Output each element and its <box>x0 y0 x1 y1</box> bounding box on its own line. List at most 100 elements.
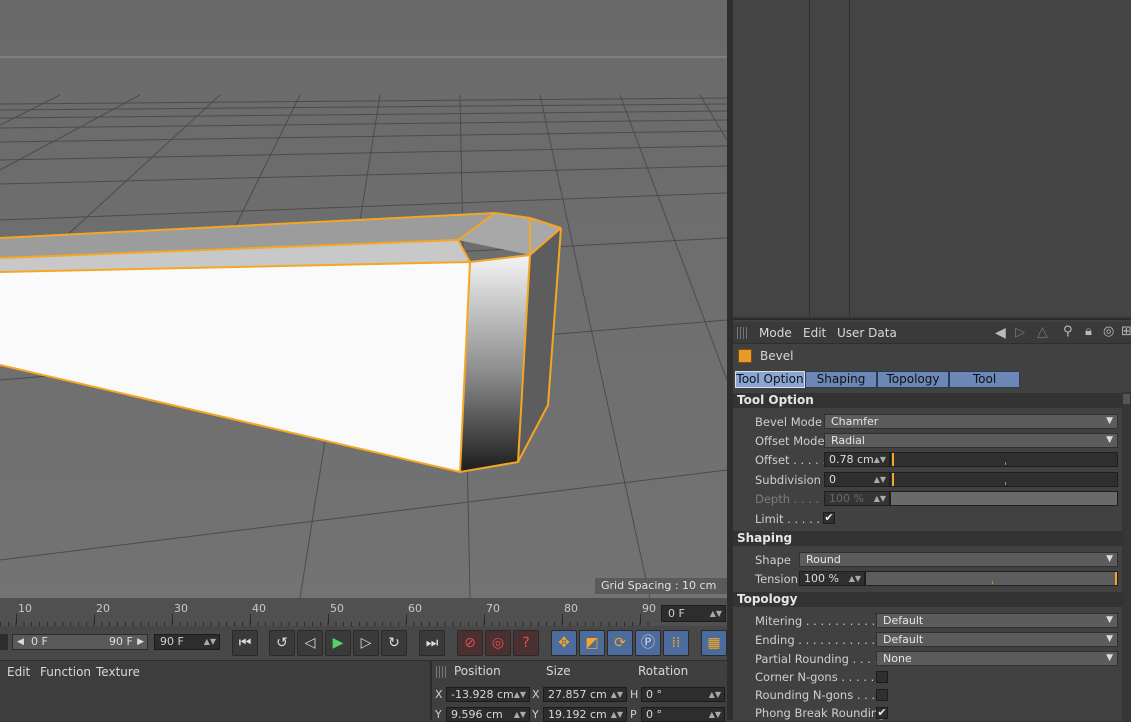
menu-user-data[interactable]: User Data <box>837 326 897 340</box>
object-manager[interactable] <box>733 0 1131 316</box>
ending-dropdown[interactable]: Default ▼ <box>876 632 1118 647</box>
question-icon: ? <box>522 635 530 651</box>
offset-field[interactable]: 0.78 cm ▲▼ <box>824 452 890 467</box>
spinner-icon[interactable]: ▲▼ <box>709 708 721 721</box>
panel-grip-icon[interactable] <box>436 666 448 678</box>
spinner-icon[interactable]: ▲▼ <box>709 688 721 701</box>
partial-rounding-dropdown[interactable]: None ▼ <box>876 651 1118 666</box>
up-arrow-icon[interactable]: △ <box>1037 324 1048 340</box>
viewport[interactable]: Grid Spacing : 10 cm <box>0 0 727 598</box>
bevel-tool-icon <box>738 349 752 363</box>
next-keyframe-button[interactable]: ↻ <box>381 630 407 656</box>
tension-field[interactable]: 100 % ▲▼ <box>799 571 865 586</box>
offset-slider-knob[interactable] <box>892 453 894 466</box>
slider-tick <box>1005 462 1006 465</box>
next-frame-button[interactable]: ▷ <box>353 630 379 656</box>
attribute-manager: Mode Edit User Data ◀ ▷ △ ⚲ 🔒︎ ◎ ⊞ Bevel… <box>733 318 1131 722</box>
previous-keyframe-button[interactable]: ↺ <box>269 630 295 656</box>
max-frame-field[interactable]: 90 F ▲▼ <box>154 634 220 650</box>
panel-grip-icon[interactable] <box>737 327 749 339</box>
subdivision-slider[interactable] <box>890 472 1118 487</box>
subdivision-field[interactable]: 0 ▲▼ <box>824 472 890 487</box>
previous-frame-button[interactable]: ◁ <box>297 630 323 656</box>
position-x-field[interactable]: -13.928 cm ▲▼ <box>446 687 530 702</box>
timeline-ruler[interactable]: 10 20 30 40 50 60 70 80 90 <box>0 598 727 626</box>
range-end-value: 90 F <box>109 635 133 648</box>
spinner-icon[interactable]: ▲▼ <box>514 688 526 701</box>
limit-checkbox[interactable]: ✔ <box>823 512 835 524</box>
keyframe-selection-button[interactable]: ? <box>513 630 539 656</box>
frame-range-slider[interactable]: ◀ 0 F 90 F ▶ <box>12 634 148 650</box>
menu-edit[interactable]: Edit <box>803 326 826 340</box>
tab-tool-option[interactable]: Tool Option <box>735 371 805 388</box>
record-keys-button[interactable]: ⊘ <box>457 630 483 656</box>
spinner-icon[interactable]: ▲▼ <box>874 473 886 486</box>
bevel-mode-dropdown[interactable]: Chamfer ▼ <box>824 414 1118 429</box>
corner-ngons-checkbox[interactable] <box>876 671 888 683</box>
point-level-button[interactable]: ⁞⁞ <box>663 630 689 656</box>
current-frame-field[interactable]: 0 F ▲▼ <box>661 605 726 622</box>
spinner-icon[interactable]: ▲▼ <box>710 606 722 621</box>
ending-label: Ending . . . . . . . . . . . . . <box>755 633 890 647</box>
autokey-button[interactable]: ◎ <box>485 630 511 656</box>
shape-dropdown[interactable]: Round ▼ <box>799 552 1118 567</box>
go-to-start-button[interactable]: ⏮ <box>232 630 258 656</box>
subdivision-slider-knob[interactable] <box>892 473 894 486</box>
spinner-icon[interactable]: ▲▼ <box>514 708 526 721</box>
spinner-icon[interactable]: ▲▼ <box>611 688 623 701</box>
range-right-arrow-icon[interactable]: ▶ <box>137 635 144 649</box>
timeline-window-button[interactable]: ▦ <box>701 630 727 656</box>
tab-topology[interactable]: Topology <box>877 371 949 388</box>
min-frame-field[interactable] <box>0 634 8 650</box>
menu-function[interactable]: Function <box>40 665 91 679</box>
key-record-icon: ⊘ <box>464 635 476 651</box>
lock-icon[interactable]: 🔒︎ <box>1085 324 1092 339</box>
offset-mode-dropdown[interactable]: Radial ▼ <box>824 433 1118 448</box>
mitering-dropdown[interactable]: Default ▼ <box>876 613 1118 628</box>
offset-slider[interactable] <box>890 452 1118 467</box>
column-divider <box>849 0 850 316</box>
section-topology[interactable]: Topology <box>733 592 1123 607</box>
forward-arrow-icon[interactable]: ▷ <box>1015 325 1025 340</box>
tab-shaping[interactable]: Shaping <box>805 371 877 388</box>
offset-mode-label: Offset Mode <box>755 434 825 448</box>
size-y-value: 19.192 cm <box>548 708 607 721</box>
target-icon[interactable]: ◎ <box>1103 324 1114 339</box>
menu-texture[interactable]: Texture <box>96 665 140 679</box>
max-frame-value: 90 F <box>160 635 184 648</box>
spinner-icon[interactable]: ▲▼ <box>874 453 886 466</box>
rounding-ngons-checkbox[interactable] <box>876 689 888 701</box>
size-x-field[interactable]: 27.857 cm ▲▼ <box>543 687 627 702</box>
section-shaping[interactable]: Shaping <box>733 531 1123 546</box>
search-icon[interactable]: ⚲ <box>1063 324 1073 339</box>
tab-tool[interactable]: Tool <box>949 371 1020 388</box>
range-left-arrow-icon[interactable]: ◀ <box>17 635 24 649</box>
menu-mode[interactable]: Mode <box>759 326 792 340</box>
parameter-key-button[interactable]: Ⓟ <box>635 630 661 656</box>
position-header: Position <box>454 664 501 678</box>
timeline-tick-label: 50 <box>330 602 344 615</box>
menu-edit[interactable]: Edit <box>7 665 30 679</box>
section-tool-option[interactable]: Tool Option <box>733 393 1123 408</box>
depth-slider-fill <box>891 492 1117 505</box>
tension-slider[interactable] <box>865 571 1118 586</box>
mitering-label: Mitering . . . . . . . . . . . . <box>755 614 890 628</box>
rotation-h-field[interactable]: 0 ° ▲▼ <box>641 687 725 702</box>
spinner-icon[interactable]: ▲▼ <box>204 635 216 649</box>
dots-grid-icon: ⁞⁞ <box>671 635 681 651</box>
scrollbar-thumb[interactable] <box>1123 394 1130 404</box>
back-arrow-icon[interactable]: ◀ <box>995 325 1006 341</box>
tension-slider-knob[interactable] <box>1115 572 1117 585</box>
new-panel-icon[interactable]: ⊞ <box>1121 324 1131 339</box>
scrollbar[interactable] <box>1122 392 1131 722</box>
play-button[interactable]: ▶ <box>325 630 351 656</box>
spinner-icon[interactable]: ▲▼ <box>611 708 623 721</box>
rotate-key-button[interactable]: ⟳ <box>607 630 633 656</box>
spinner-icon: ▲▼ <box>873 494 886 503</box>
scale-key-button[interactable]: ◩ <box>579 630 605 656</box>
go-to-end-button[interactable]: ⏭ <box>419 630 445 656</box>
phong-break-checkbox[interactable]: ✔ <box>876 707 888 719</box>
position-x-value: -13.928 cm <box>451 688 514 701</box>
spinner-icon[interactable]: ▲▼ <box>849 572 861 585</box>
move-key-button[interactable]: ✥ <box>551 630 577 656</box>
